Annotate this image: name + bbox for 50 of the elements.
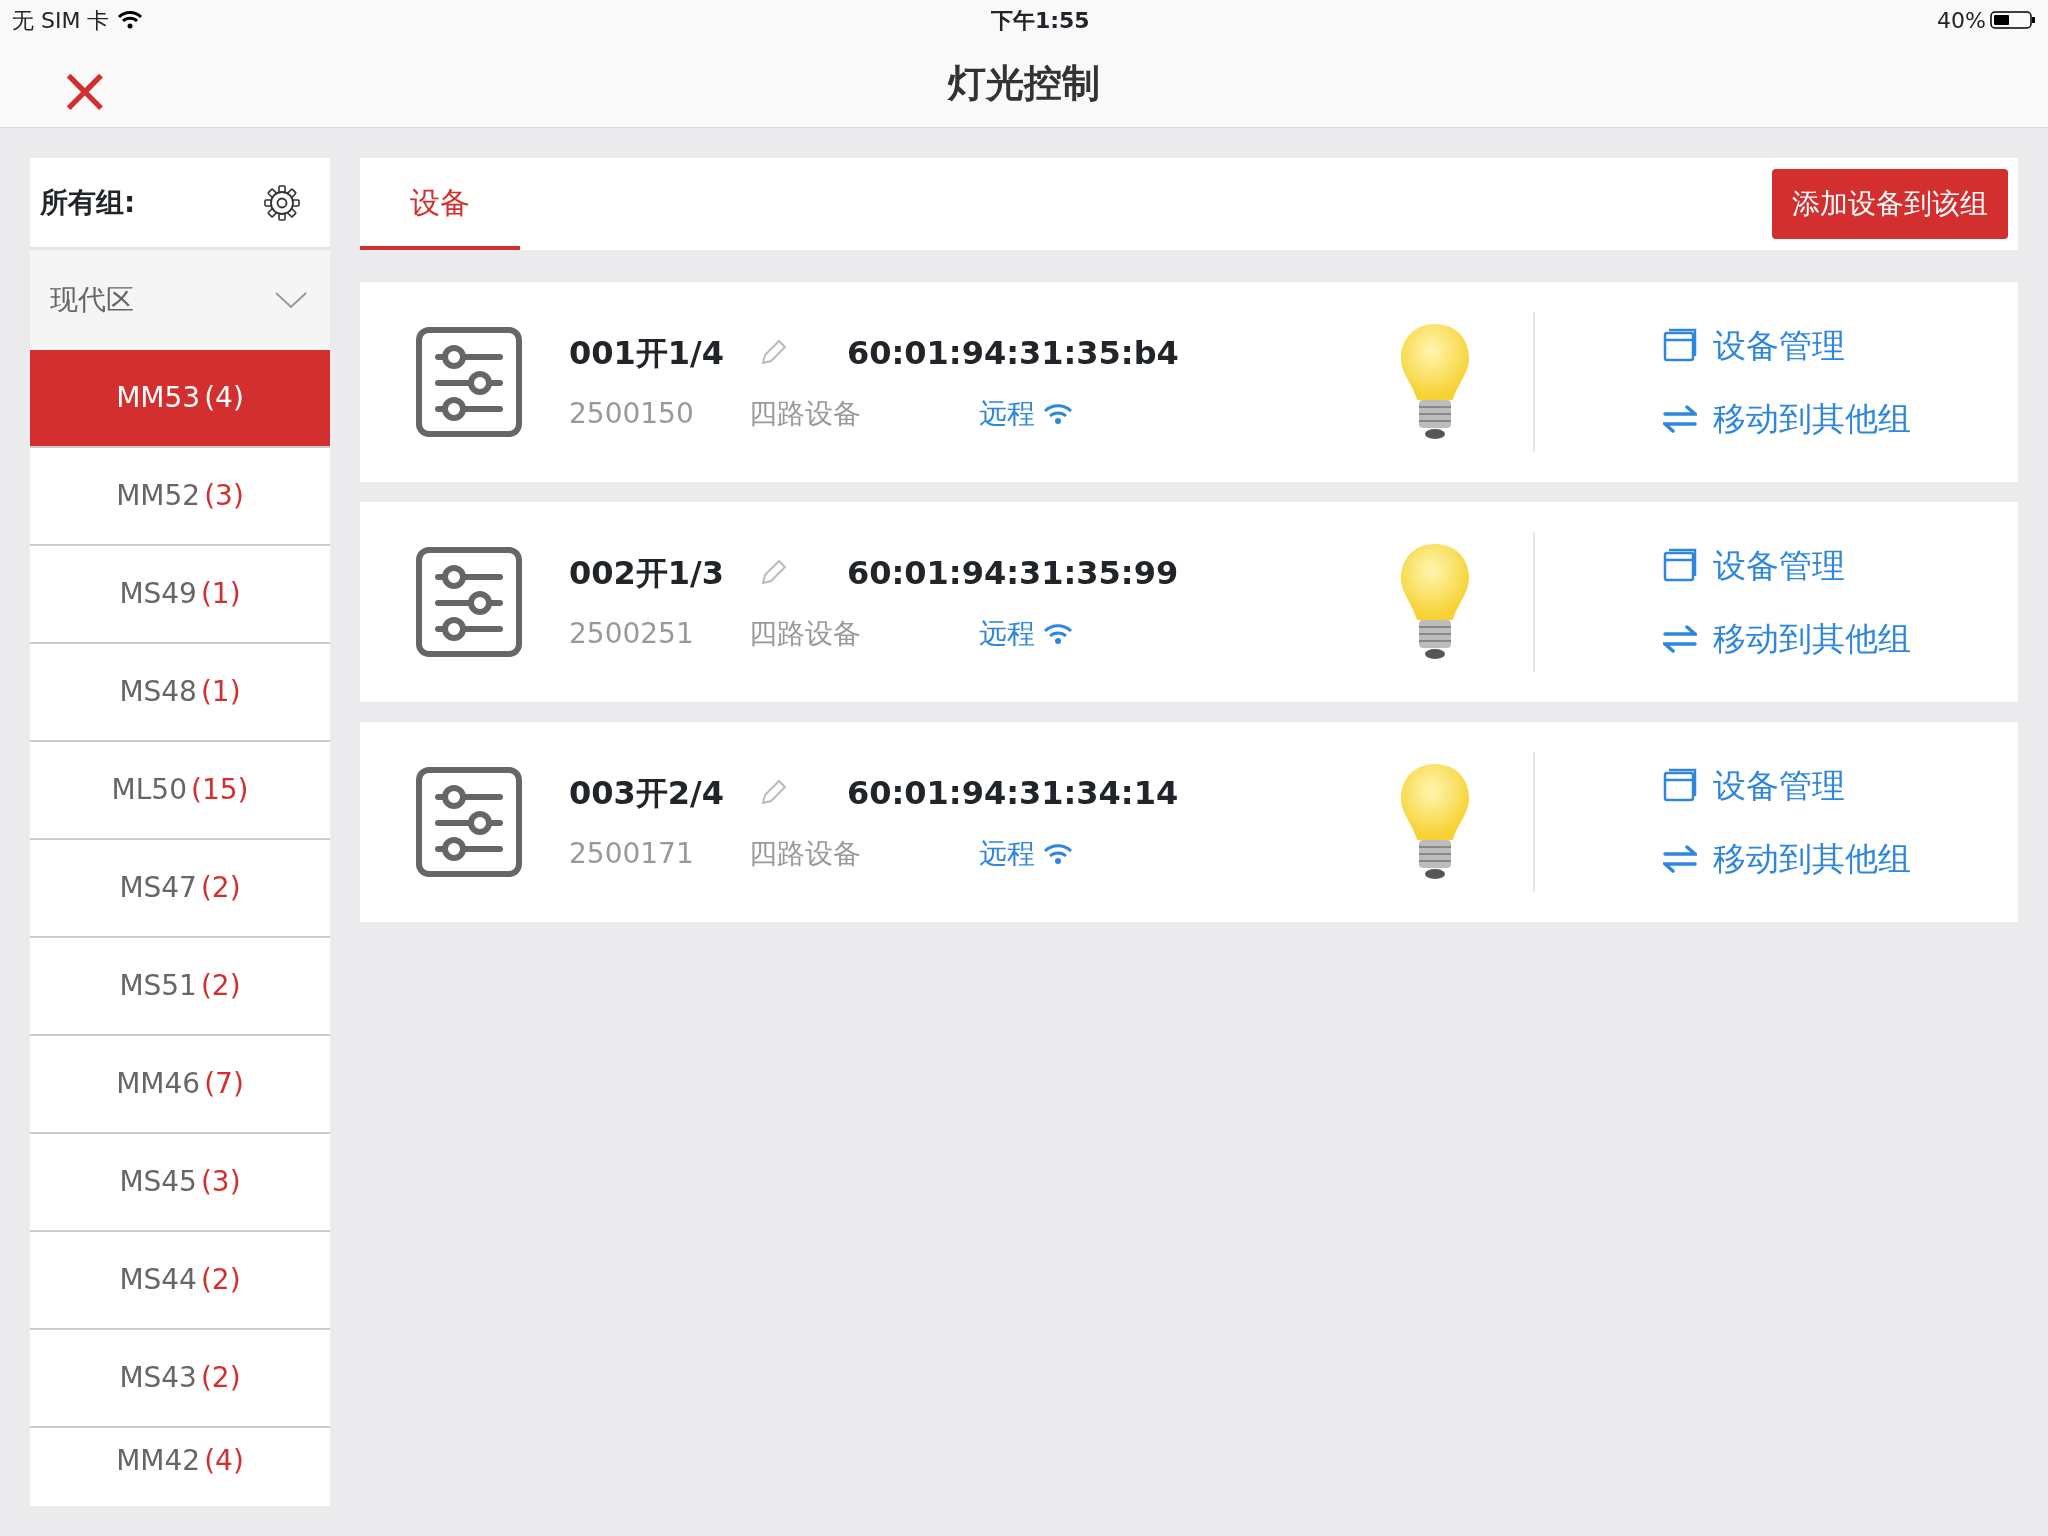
wifi-icon: [1043, 843, 1073, 865]
device-name: 001开1/4: [569, 333, 725, 374]
time-text: 下午1:55: [990, 6, 1090, 35]
battery-icon: [1990, 10, 2036, 30]
mac-address: 60:01:94:31:35:99: [847, 553, 1179, 594]
tab[interactable]: 设备: [360, 158, 520, 250]
sidebar-title: 所有组:: [40, 184, 136, 221]
sliders-icon: [416, 547, 522, 657]
mac-address: 60:01:94:31:35:b4: [847, 333, 1179, 374]
move-to-group-link[interactable]: 移动到其他组: [1713, 834, 1911, 884]
device-type: 四路设备: [749, 396, 862, 432]
manage-device-link[interactable]: 设备管理: [1713, 760, 1845, 810]
wifi-icon: [117, 10, 144, 30]
sliders-icon: [416, 327, 522, 437]
page-title: 灯光控制: [948, 60, 1100, 107]
connection-label: 远程: [979, 396, 1035, 432]
sliders-icon: [416, 767, 522, 877]
device-id: 2500251: [569, 616, 695, 652]
swap-arrows-icon: [1663, 623, 1697, 654]
window-icon: [1663, 548, 1697, 583]
manage-device-link[interactable]: 设备管理: [1713, 540, 1845, 590]
area-label: 现代区: [50, 282, 134, 318]
connection-label: 远程: [979, 616, 1035, 652]
device-name: 003开2/4: [569, 773, 725, 814]
wifi-icon: [1043, 623, 1073, 645]
device-type: 四路设备: [749, 836, 862, 872]
pencil-icon[interactable]: [759, 779, 787, 807]
swap-arrows-icon: [1663, 843, 1697, 874]
manage-device-link[interactable]: 设备管理: [1713, 320, 1845, 370]
add-device-button[interactable]: 添加设备到该组: [1772, 169, 2008, 239]
connection-label: 远程: [979, 836, 1035, 872]
carrier-text: 无 SIM 卡: [12, 6, 110, 35]
device-id: 2500150: [569, 396, 695, 432]
window-icon: [1663, 328, 1697, 363]
device-type: 四路设备: [749, 616, 862, 652]
area-dropdown[interactable]: 现代区: [30, 250, 330, 350]
window-icon: [1663, 768, 1697, 803]
close-button[interactable]: ×: [58, 58, 112, 122]
mac-address: 60:01:94:31:34:14: [847, 773, 1179, 814]
device-name: 002开1/3: [569, 553, 725, 594]
pencil-icon[interactable]: [759, 339, 787, 367]
device-id: 2500171: [569, 836, 695, 872]
move-to-group-link[interactable]: 移动到其他组: [1713, 394, 1911, 444]
move-to-group-link[interactable]: 移动到其他组: [1713, 614, 1911, 664]
group-item[interactable]: MM53(4): [30, 350, 330, 448]
settings-icon[interactable]: [264, 184, 300, 221]
battery-text: 40%: [1937, 6, 1986, 35]
pencil-icon[interactable]: [759, 559, 787, 587]
swap-arrows-icon: [1663, 403, 1697, 434]
wifi-icon: [1043, 403, 1073, 425]
